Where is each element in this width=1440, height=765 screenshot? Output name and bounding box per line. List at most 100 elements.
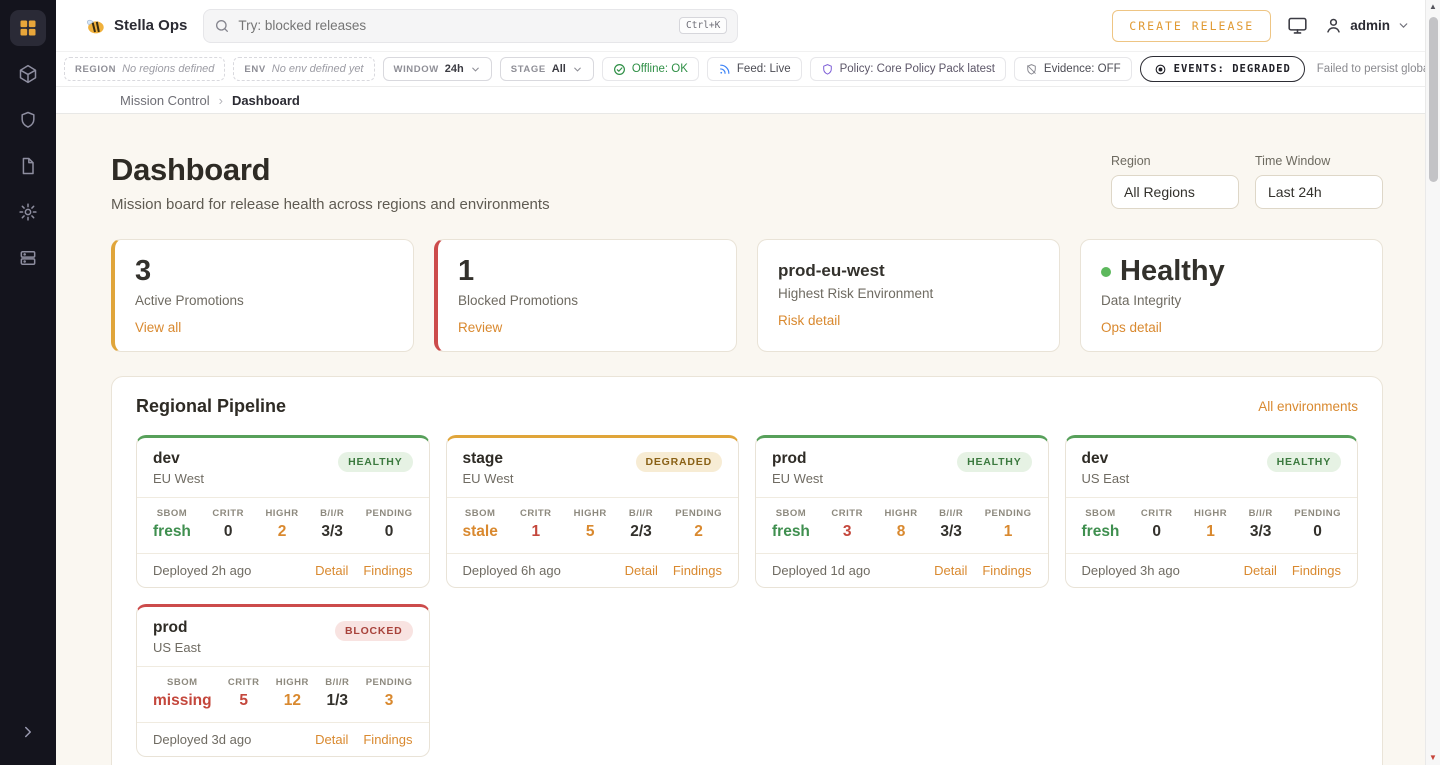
search-input[interactable] [238, 18, 671, 33]
metric-critr: CRITR0 [212, 508, 244, 541]
findings-link[interactable]: Findings [673, 563, 722, 578]
region-name: EU West [772, 471, 823, 486]
metric-bir: B/I/R3/3 [1249, 508, 1273, 541]
region-select[interactable]: All Regions [1111, 175, 1239, 209]
findings-link[interactable]: Findings [1292, 563, 1341, 578]
deployed-label: Deployed 3d ago [153, 732, 251, 747]
shield-icon [821, 63, 834, 76]
scrollbar-up-arrow[interactable]: ▲ [1429, 0, 1437, 14]
pipeline-card-title: prodEU West [772, 450, 823, 486]
metric-value: 3 [831, 523, 863, 541]
metric-label: B/I/R [1249, 508, 1273, 519]
breadcrumb-mission-control[interactable]: Mission Control [120, 93, 210, 108]
page-filters: RegionAll RegionsTime WindowLast 24h [1111, 152, 1383, 209]
stat-card-link-active-promotions[interactable]: View all [135, 320, 181, 335]
metric-value: fresh [153, 523, 191, 541]
all-environments-link[interactable]: All environments [1258, 399, 1358, 414]
stat-card-highest-risk-environment: prod-eu-westHighest Risk EnvironmentRisk… [757, 239, 1060, 352]
sidebar-item-infrastructure[interactable] [10, 240, 46, 276]
stat-card-link-highest-risk-environment[interactable]: Risk detail [778, 313, 840, 328]
page-header: Dashboard Mission board for release heal… [111, 152, 1383, 213]
detail-link[interactable]: Detail [934, 563, 967, 578]
status-chip-offline[interactable]: Offline: OK [602, 57, 699, 81]
stat-card-active-promotions: 3Active PromotionsView all [111, 239, 414, 352]
events-status-pill[interactable]: EVENTS: DEGRADED [1140, 56, 1305, 82]
metric-sbom: SBOMstale [463, 508, 498, 541]
stat-card-label: Blocked Promotions [458, 293, 716, 308]
pipeline-card-title: devUS East [1082, 450, 1130, 486]
sidebar-item-releases[interactable] [10, 56, 46, 92]
stat-card-link-blocked-promotions[interactable]: Review [458, 320, 502, 335]
region-name: US East [1082, 471, 1130, 486]
detail-link[interactable]: Detail [1244, 563, 1277, 578]
detail-link[interactable]: Detail [315, 563, 348, 578]
display-mode-button[interactable] [1287, 15, 1308, 36]
events-pill-label: EVENTS: DEGRADED [1174, 63, 1291, 75]
stat-card-value: prod-eu-west [778, 255, 1039, 281]
window-dropdown-chip[interactable]: WINDOW 24h [383, 57, 492, 81]
sidebar-item-policies[interactable] [10, 102, 46, 138]
status-badge: HEALTHY [338, 452, 412, 472]
pipeline-card-metrics: SBOMmissingCRITR5HIGHR12B/I/R1/3PENDING3 [137, 666, 429, 722]
regional-pipeline-title: Regional Pipeline [136, 396, 286, 417]
detail-link[interactable]: Detail [315, 732, 348, 747]
metric-sbom: SBOMfresh [772, 508, 810, 541]
pipeline-card-footer: Deployed 2h agoDetailFindings [137, 553, 429, 587]
stat-card-link-data-integrity[interactable]: Ops detail [1101, 320, 1162, 335]
filter-selected-value: All Regions [1124, 184, 1195, 200]
env-context-chip[interactable]: ENV No env defined yet [233, 57, 374, 81]
detail-link[interactable]: Detail [625, 563, 658, 578]
stage-dropdown-chip[interactable]: STAGE All [500, 57, 594, 81]
create-release-button[interactable]: CREATE RELEASE [1112, 10, 1271, 42]
main-content: Dashboard Mission board for release heal… [56, 114, 1440, 765]
metric-label: PENDING [985, 508, 1032, 519]
metric-value: 0 [366, 523, 413, 541]
findings-link[interactable]: Findings [363, 563, 412, 578]
status-chips: Offline: OK Feed: Live Policy: Core Policy… [602, 57, 1132, 81]
status-chip-label: Feed: Live [737, 63, 791, 75]
pipeline-card-footer: Deployed 3h agoDetailFindings [1066, 553, 1358, 587]
status-chip-label: Policy: Core Policy Pack latest [840, 63, 995, 75]
filter-region: RegionAll Regions [1111, 154, 1239, 209]
scrollbar-thumb[interactable] [1429, 17, 1438, 182]
vertical-scrollbar[interactable]: ▲ ▼ [1425, 0, 1440, 765]
metric-pending: PENDING2 [675, 508, 722, 541]
env-chip-label: ENV [244, 64, 265, 75]
package-icon [18, 64, 38, 84]
regional-pipeline-header: Regional Pipeline All environments [136, 396, 1358, 417]
stat-card-blocked-promotions: 1Blocked PromotionsReview [434, 239, 737, 352]
search-box: Ctrl+K [203, 9, 738, 43]
pipeline-card-prod-us-east: prodUS EastBLOCKEDSBOMmissingCRITR5HIGHR… [136, 604, 430, 757]
metric-label: B/I/R [939, 508, 963, 519]
sidebar-expand-button[interactable] [11, 717, 45, 747]
metric-label: HIGHR [276, 677, 309, 688]
pipeline-card-title: dev EU West [153, 450, 204, 486]
pipeline-card-header: prodUS EastBLOCKED [137, 607, 429, 666]
environment-name: dev [153, 450, 204, 468]
time-window-select[interactable]: Last 24h [1255, 175, 1383, 209]
metric-pending: PENDING0 [366, 508, 413, 541]
metric-value: 1/3 [325, 692, 349, 710]
sidebar-item-dashboard[interactable] [10, 10, 46, 46]
status-chip-feed[interactable]: Feed: Live [707, 57, 802, 81]
stage-chip-value: All [552, 63, 566, 75]
sidebar-item-settings[interactable] [10, 194, 46, 230]
region-context-chip[interactable]: REGION No regions defined [64, 57, 225, 81]
metric-sbom: SBOMmissing [153, 677, 212, 710]
pipeline-card-links: Detail Findings [315, 732, 412, 747]
pipeline-card-metrics: SBOMfreshCRITR0HIGHR1B/I/R3/3PENDING0 [1066, 497, 1358, 553]
chevron-down-icon [1397, 19, 1410, 32]
metric-value: 1 [520, 523, 552, 541]
scrollbar-down-arrow[interactable]: ▼ [1429, 751, 1437, 765]
sidebar-item-reports[interactable] [10, 148, 46, 184]
findings-link[interactable]: Findings [363, 732, 412, 747]
page-title: Dashboard [111, 152, 550, 188]
status-badge: BLOCKED [335, 621, 413, 641]
findings-link[interactable]: Findings [982, 563, 1031, 578]
status-chip-evidence[interactable]: Evidence: OFF [1014, 57, 1132, 81]
metric-value: stale [463, 523, 498, 541]
region-name: EU West [153, 471, 204, 486]
metric-label: SBOM [153, 677, 212, 688]
user-menu[interactable]: admin [1324, 16, 1410, 35]
status-chip-policy[interactable]: Policy: Core Policy Pack latest [810, 57, 1006, 81]
